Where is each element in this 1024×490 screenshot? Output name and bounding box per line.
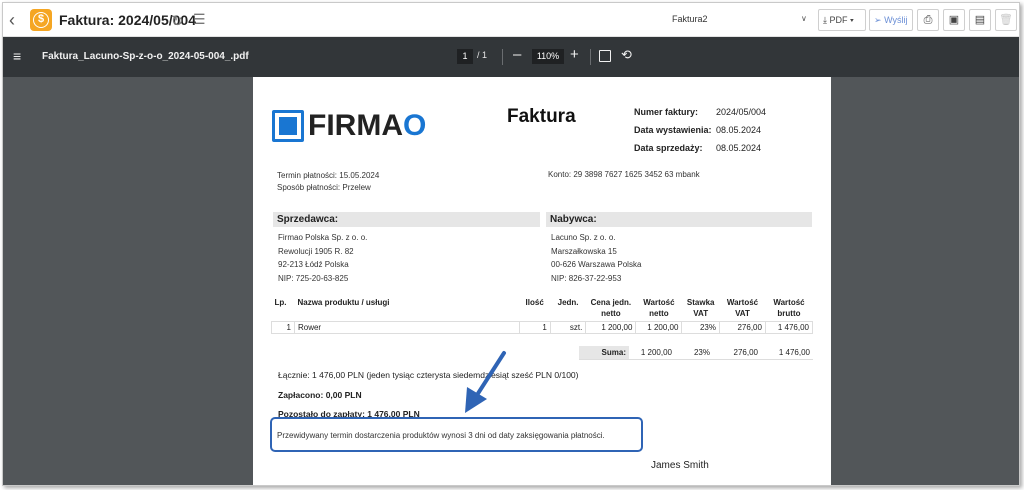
download-icon: ⤓ bbox=[823, 15, 827, 25]
app-header: ‹ $ Faktura: 2024/05/004 ↻ ☰ Faktura2 ∨ … bbox=[3, 3, 1019, 37]
app-window: ‹ $ Faktura: 2024/05/004 ↻ ☰ Faktura2 ∨ … bbox=[2, 2, 1020, 486]
invoice-coin-icon: $ bbox=[30, 9, 52, 31]
delete-button[interactable]: 🗑 bbox=[995, 9, 1017, 31]
fit-to-page-icon[interactable] bbox=[599, 50, 611, 62]
send-icon: ➢ bbox=[874, 15, 882, 25]
back-icon[interactable]: ‹ bbox=[9, 10, 23, 30]
document-export-icon: ▣ bbox=[948, 14, 960, 26]
trash-icon: 🗑 bbox=[999, 14, 1013, 26]
pdf-filename: Faktura_Lacuno-Sp-z-o-o_2024-05-004_.pdf bbox=[42, 51, 249, 62]
menu-icon[interactable]: ≡ bbox=[13, 48, 21, 64]
template-select-value: Faktura2 bbox=[672, 14, 708, 24]
page-number-input[interactable]: 1 bbox=[457, 49, 473, 64]
print-button[interactable]: ⎙ bbox=[917, 9, 939, 31]
toolbar-divider bbox=[590, 49, 591, 65]
annotation-arrow-icon bbox=[465, 351, 506, 413]
pdf-download-button[interactable]: ⤓ PDF ▾ bbox=[818, 9, 866, 31]
export-button[interactable]: ▣ bbox=[943, 9, 965, 31]
zoom-level-input[interactable]: 110% bbox=[532, 49, 564, 64]
send-button-label: Wyślij bbox=[884, 15, 908, 25]
send-button[interactable]: ➢ Wyślij bbox=[869, 9, 913, 31]
page-total: / 1 bbox=[477, 50, 488, 60]
rotate-icon[interactable]: ⟲ bbox=[621, 47, 632, 63]
print-icon: ⎙ bbox=[923, 14, 933, 26]
chevron-down-icon: ▾ bbox=[850, 15, 854, 25]
pdf-button-label: PDF bbox=[829, 15, 848, 25]
duplicate-button[interactable]: ▤ bbox=[969, 9, 991, 31]
pdf-viewer[interactable]: FIRMAO Faktura Numer faktury: 2024/05/004… bbox=[3, 77, 1019, 485]
list-icon[interactable]: ☰ bbox=[193, 11, 206, 28]
refresh-icon[interactable]: ↻ bbox=[171, 12, 184, 30]
zoom-out-icon[interactable]: – bbox=[513, 46, 521, 63]
invoice-page: FIRMAO Faktura Numer faktury: 2024/05/004… bbox=[253, 77, 831, 485]
document-copy-icon: ▤ bbox=[974, 14, 986, 26]
zoom-in-icon[interactable]: + bbox=[570, 46, 579, 63]
pdf-toolbar: ≡ Faktura_Lacuno-Sp-z-o-o_2024-05-004_.p… bbox=[3, 37, 1019, 77]
toolbar-divider bbox=[502, 49, 503, 65]
chevron-down-icon[interactable]: ∨ bbox=[801, 14, 807, 23]
